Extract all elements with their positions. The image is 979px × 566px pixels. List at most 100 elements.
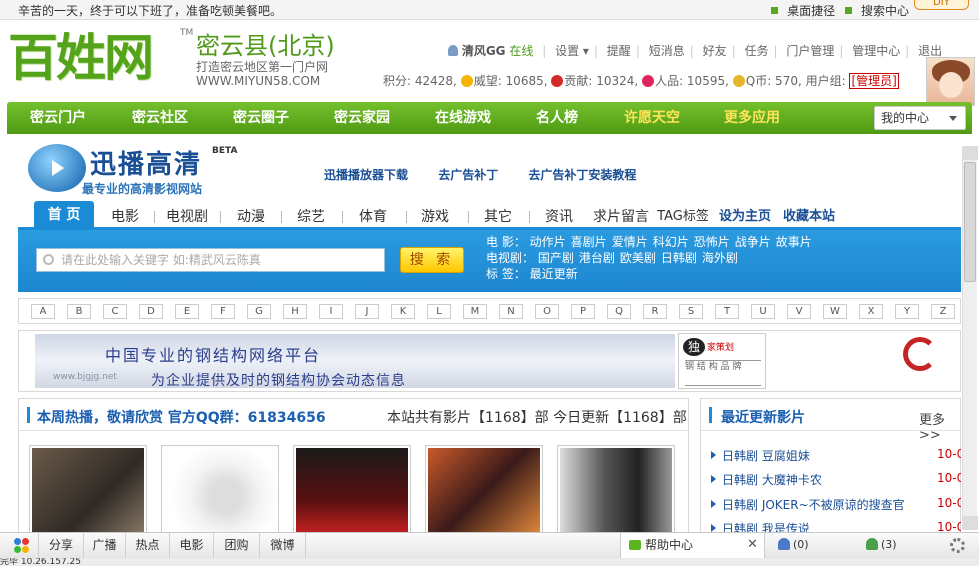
movie-poster-action[interactable] [425, 445, 543, 532]
username-link[interactable]: 清风GG [462, 44, 506, 58]
tab-games[interactable]: 游戏 [410, 205, 460, 229]
letter-t[interactable]: T [715, 304, 739, 319]
tab-movies[interactable]: 电影 [100, 205, 150, 229]
tab-anime[interactable]: 动漫 [226, 205, 276, 229]
cat-overseas[interactable]: 海外剧 [702, 251, 738, 265]
menu-settings[interactable]: 设置 ▾ [555, 44, 589, 58]
cat-scifi[interactable]: 科幻片 [653, 235, 689, 249]
vertical-scrollbar[interactable] [962, 146, 978, 530]
movie-poster-placeholder[interactable] [161, 445, 279, 532]
site-logo[interactable]: 百姓网 TM [8, 28, 193, 92]
steel-structure-ad[interactable]: 中国专业的钢结构网络平台 为企业提供及时的钢结构协会动态信息 www.bjgjg… [35, 334, 675, 389]
letter-h[interactable]: H [283, 304, 307, 319]
tab-tags[interactable]: TAG标签 [654, 205, 712, 229]
cat-comedy[interactable]: 喜剧片 [571, 235, 607, 249]
exclusive-ad[interactable]: 独 家策划 钢 结 构 品 牌 [678, 333, 766, 389]
letter-z[interactable]: Z [931, 304, 955, 319]
letter-v[interactable]: V [787, 304, 811, 319]
bookmark-link[interactable]: 收藏本站 [778, 205, 840, 229]
scroll-up-arrow[interactable] [963, 146, 978, 160]
cat-romance[interactable]: 爱情片 [612, 235, 648, 249]
letter-m[interactable]: M [463, 304, 487, 319]
menu-friends[interactable]: 好友 [703, 44, 727, 58]
cat-jp-kr[interactable]: 日韩剧 [661, 251, 697, 265]
nav-miyun-portal[interactable]: 密云门户 [17, 102, 99, 134]
share-button[interactable]: 分享 [38, 533, 84, 559]
friends-count[interactable]: (3) [866, 533, 897, 559]
tab-home[interactable]: 首 页 [34, 201, 94, 230]
movie-poster-tony-jaa[interactable] [293, 445, 411, 532]
hot-topics-button[interactable]: 热点 [126, 533, 170, 559]
letter-k[interactable]: K [391, 304, 415, 319]
menu-tasks[interactable]: 任务 [744, 44, 768, 58]
letter-n[interactable]: N [499, 304, 523, 319]
letter-r[interactable]: R [643, 304, 667, 319]
player-download-link[interactable]: 迅播播放器下载 [324, 168, 408, 182]
my-center-dropdown[interactable]: 我的中心 [874, 106, 966, 130]
cat-domestic[interactable]: 国产剧 [538, 251, 574, 265]
search-center-link[interactable]: 搜索中心 [844, 4, 909, 18]
ad-patch-guide-link[interactable]: 去广告补丁安装教程 [528, 168, 636, 182]
letter-u[interactable]: U [751, 304, 775, 319]
tab-variety[interactable]: 综艺 [286, 205, 336, 229]
movie-poster-gladiator[interactable] [29, 445, 147, 532]
nav-more-apps[interactable]: 更多应用 [711, 102, 793, 134]
letter-q[interactable]: Q [607, 304, 631, 319]
list-item[interactable]: 日韩剧 JOKER~不被原谅的搜查官 10-0 [711, 496, 961, 514]
cat-recent-updates[interactable]: 最近更新 [530, 267, 578, 281]
search-button[interactable]: 搜 索 [400, 247, 464, 273]
brand-logo-icon[interactable] [899, 335, 943, 375]
letter-f[interactable]: F [211, 304, 235, 319]
letter-o[interactable]: O [535, 304, 559, 319]
nav-wish-sky[interactable]: 许愿天空 [611, 102, 693, 134]
letter-w[interactable]: W [823, 304, 847, 319]
list-item[interactable]: 日韩剧 我是传说 10-0 [711, 520, 961, 532]
scroll-thumb[interactable] [964, 162, 976, 282]
xunbo-logo[interactable] [28, 144, 86, 192]
ad-banner[interactable]: 中国专业的钢结构网络平台 为企业提供及时的钢结构协会动态信息 www.bjgjg… [18, 330, 961, 392]
tab-tv-series[interactable]: 电视剧 [158, 205, 216, 229]
close-icon[interactable]: ✕ [747, 533, 758, 557]
user-group-badge[interactable]: [管理员] [849, 73, 899, 89]
cat-war[interactable]: 战争片 [735, 235, 771, 249]
letter-c[interactable]: C [103, 304, 127, 319]
tab-news[interactable]: 资讯 [534, 205, 584, 229]
nav-miyun-circle[interactable]: 密云圈子 [220, 102, 302, 134]
broadcast-button[interactable]: 广播 [84, 533, 126, 559]
movie-poster-korean[interactable] [557, 445, 675, 532]
search-input[interactable]: 请在此处输入关键字 如:精武风云陈真 [36, 248, 385, 272]
tab-other[interactable]: 其它 [473, 205, 523, 229]
scroll-down-arrow[interactable] [963, 516, 978, 530]
group-buy-button[interactable]: 团购 [214, 533, 260, 559]
cat-hk-tw[interactable]: 港台剧 [579, 251, 615, 265]
tab-request[interactable]: 求片留言 [588, 205, 654, 229]
letter-s[interactable]: S [679, 304, 703, 319]
movies-button[interactable]: 电影 [170, 533, 214, 559]
set-homepage-link[interactable]: 设为主页 [714, 205, 776, 229]
letter-l[interactable]: L [427, 304, 451, 319]
letter-d[interactable]: D [139, 304, 163, 319]
weibo-button[interactable]: 微博 [260, 533, 306, 559]
menu-portal-admin[interactable]: 门户管理 [786, 44, 834, 58]
nav-miyun-home[interactable]: 密云家园 [321, 102, 403, 134]
menu-reminders[interactable]: 提醒 [607, 44, 631, 58]
menu-admin-center[interactable]: 管理中心 [852, 44, 900, 58]
tab-sports[interactable]: 体育 [348, 205, 398, 229]
help-center-tab[interactable]: 帮助中心 ✕ [620, 533, 765, 559]
ad-patch-link[interactable]: 去广告补丁 [438, 168, 498, 182]
cat-western[interactable]: 欧美剧 [620, 251, 656, 265]
nav-miyun-community[interactable]: 密云社区 [119, 102, 201, 134]
letter-i[interactable]: I [319, 304, 343, 319]
avatar[interactable] [926, 57, 975, 106]
cat-horror[interactable]: 恐怖片 [694, 235, 730, 249]
online-users-count[interactable]: (0) [778, 533, 809, 559]
list-item[interactable]: 日韩剧 豆腐姐妹 10-0 [711, 447, 961, 465]
menu-logout[interactable]: 退出 [918, 44, 942, 58]
gear-icon[interactable] [950, 538, 965, 553]
diy-button[interactable]: DIY [914, 0, 969, 10]
letter-y[interactable]: Y [895, 304, 919, 319]
letter-x[interactable]: X [859, 304, 883, 319]
nav-celebrity-list[interactable]: 名人榜 [522, 102, 592, 134]
colorful-logo-icon[interactable] [14, 538, 30, 554]
letter-j[interactable]: J [355, 304, 379, 319]
